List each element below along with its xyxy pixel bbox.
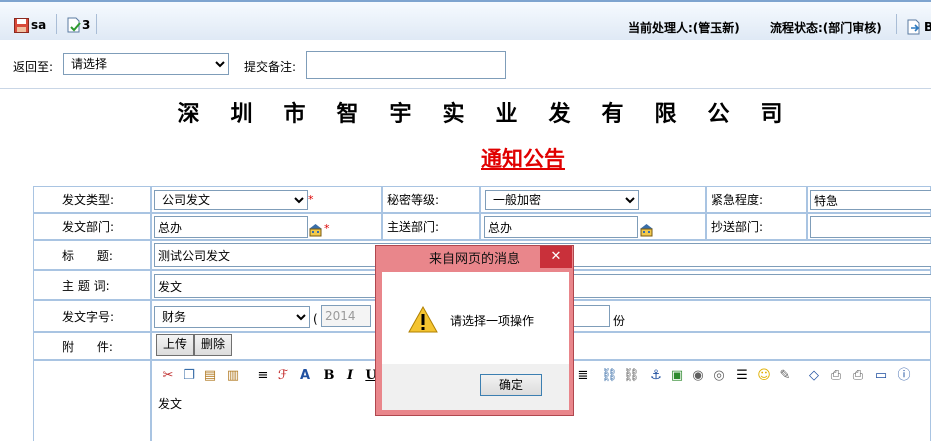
copies-suffix: 份 (613, 314, 626, 328)
keyword-label: 主 题 词: (33, 270, 151, 300)
urgency-input[interactable] (810, 190, 931, 210)
paren-open: ( (313, 312, 318, 326)
line-height-icon[interactable]: ≡ (255, 368, 271, 384)
paste-text-icon[interactable]: ▥ (225, 368, 241, 384)
main-send-label: 主送部门: (382, 213, 480, 240)
doc-type-cell: 公司发文 * (151, 186, 382, 213)
submit-button[interactable]: 3 (66, 15, 90, 35)
toolbar-divider (896, 14, 897, 34)
about-icon[interactable]: ⓘ (896, 368, 912, 384)
save-icon (14, 17, 29, 33)
title-label: 标 题: (33, 240, 151, 270)
current-handler: 当前处理人:(管玉新) (628, 21, 740, 35)
document-submit-icon (67, 17, 81, 33)
return-select[interactable]: 请选择 (63, 53, 229, 75)
dept-label: 发文部门: (33, 213, 151, 240)
remark-label: 提交备注: (244, 60, 297, 74)
fullscreen-icon[interactable]: ▭ (873, 368, 889, 384)
secret-cell: 一般加密 (480, 186, 706, 213)
italic-icon[interactable]: I (342, 368, 358, 384)
dialog-footer: 确定 (382, 364, 569, 410)
preview-icon[interactable]: ⎙ (828, 368, 844, 384)
top-toolbar: sa 3 当前处理人:(管玉新) 流程状态:(部门审核) B (0, 0, 931, 41)
org-picker-icon[interactable] (308, 223, 323, 237)
year-input[interactable] (321, 305, 371, 327)
anchor-icon[interactable]: ⚓ (648, 368, 664, 384)
urgency-label: 紧急程度: (706, 186, 807, 213)
close-icon: ✕ (550, 249, 562, 264)
save-button[interactable]: sa (14, 15, 46, 35)
submit-options-bar: 返回至: 请选择 提交备注: (0, 40, 931, 89)
dialog-body: 请选择一项操作 (382, 272, 569, 364)
media-icon[interactable]: ◎ (711, 368, 727, 384)
remark-input[interactable] (306, 51, 506, 79)
doc-no-label: 发文字号: (33, 300, 151, 332)
document-next-icon (907, 19, 920, 35)
align-justify-icon[interactable]: ≣ (575, 368, 591, 384)
next-button[interactable]: B (906, 17, 931, 37)
link-icon[interactable]: ⛓ (601, 368, 618, 384)
secret-select[interactable]: 一般加密 (485, 190, 639, 210)
editor-label-cell (33, 360, 151, 441)
company-name: 深圳市智宇实业发有限公司 (177, 101, 814, 127)
format-painter-icon[interactable]: ℱ (275, 368, 291, 384)
notice-title: 通知公告 (481, 146, 565, 171)
dept-cell: * (151, 213, 382, 240)
required-star: * (324, 222, 330, 235)
editor-content[interactable]: 发文 (158, 395, 182, 412)
cc-cell (807, 213, 931, 240)
doc-type-select[interactable]: 公司发文 (154, 190, 308, 210)
toolbar-divider (56, 14, 57, 34)
cut-icon[interactable]: ✂ (160, 368, 176, 384)
doc-type-label: 发文类型: (33, 186, 151, 213)
list-icon[interactable]: ☰ (734, 368, 750, 384)
copy-icon[interactable]: ❐ (181, 368, 197, 384)
attach-label: 附 件: (33, 332, 151, 360)
ok-button[interactable]: 确定 (480, 374, 542, 396)
unlink-icon[interactable]: ⛓ (623, 368, 640, 384)
doc-no-select[interactable]: 财务 (154, 306, 310, 328)
alert-dialog: 来自网页的消息 ✕ 请选择一项操作 确定 (375, 245, 574, 416)
upload-button[interactable]: 上传 (156, 334, 194, 356)
image-icon[interactable]: ▣ (669, 368, 685, 384)
print-icon[interactable]: ⎙ (850, 368, 866, 384)
dialog-message: 请选择一项操作 (450, 314, 535, 328)
main-send-input[interactable] (484, 216, 638, 238)
cc-input[interactable] (810, 216, 931, 238)
org-picker-icon[interactable] (639, 223, 654, 237)
source-icon[interactable]: ◇ (806, 368, 822, 384)
dept-input[interactable] (154, 216, 308, 238)
warning-icon (408, 306, 438, 333)
secret-label: 秘密等级: (382, 186, 480, 213)
close-button[interactable]: ✕ (540, 246, 572, 268)
required-star: * (308, 193, 314, 206)
paste-icon[interactable]: ▤ (202, 368, 218, 384)
toolbar-divider (96, 14, 97, 34)
flow-status: 流程状态:(部门审核) (770, 21, 882, 35)
urgency-cell (807, 186, 931, 213)
save-label: sa (31, 18, 47, 32)
emoticon-icon[interactable]: ☺ (756, 368, 772, 384)
flash-icon[interactable]: ◉ (690, 368, 706, 384)
return-label: 返回至: (13, 60, 54, 74)
cc-label: 抄送部门: (706, 213, 807, 240)
delete-button[interactable]: 删除 (194, 334, 232, 356)
main-send-cell (480, 213, 706, 240)
edit-icon[interactable]: ✎ (777, 368, 793, 384)
submit-label: 3 (82, 18, 91, 32)
bold-icon[interactable]: B (321, 368, 337, 384)
font-size-icon[interactable]: A (297, 368, 313, 384)
